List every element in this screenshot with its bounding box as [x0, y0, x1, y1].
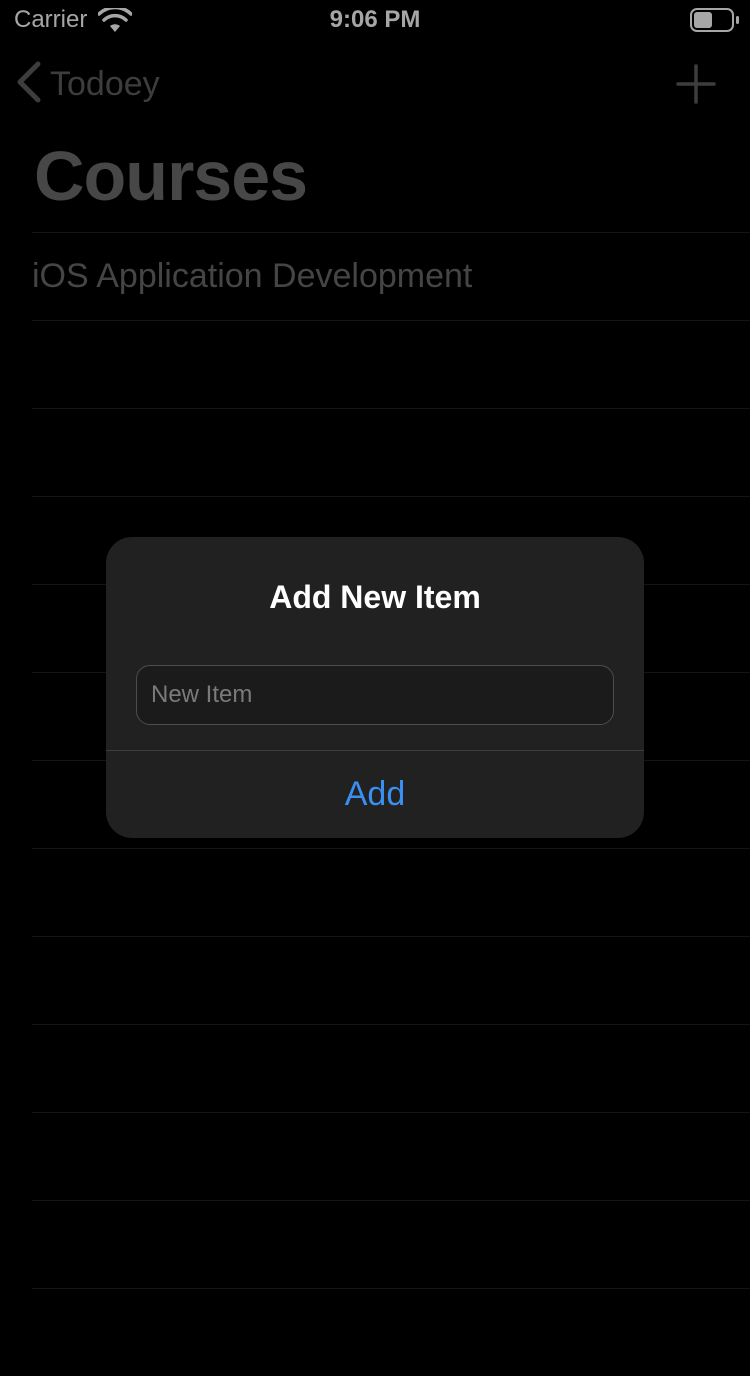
add-button[interactable]: Add [106, 751, 644, 838]
alert-title: Add New Item [269, 579, 481, 615]
new-item-field[interactable] [136, 665, 614, 725]
add-item-alert: Add New Item Add [106, 537, 644, 838]
